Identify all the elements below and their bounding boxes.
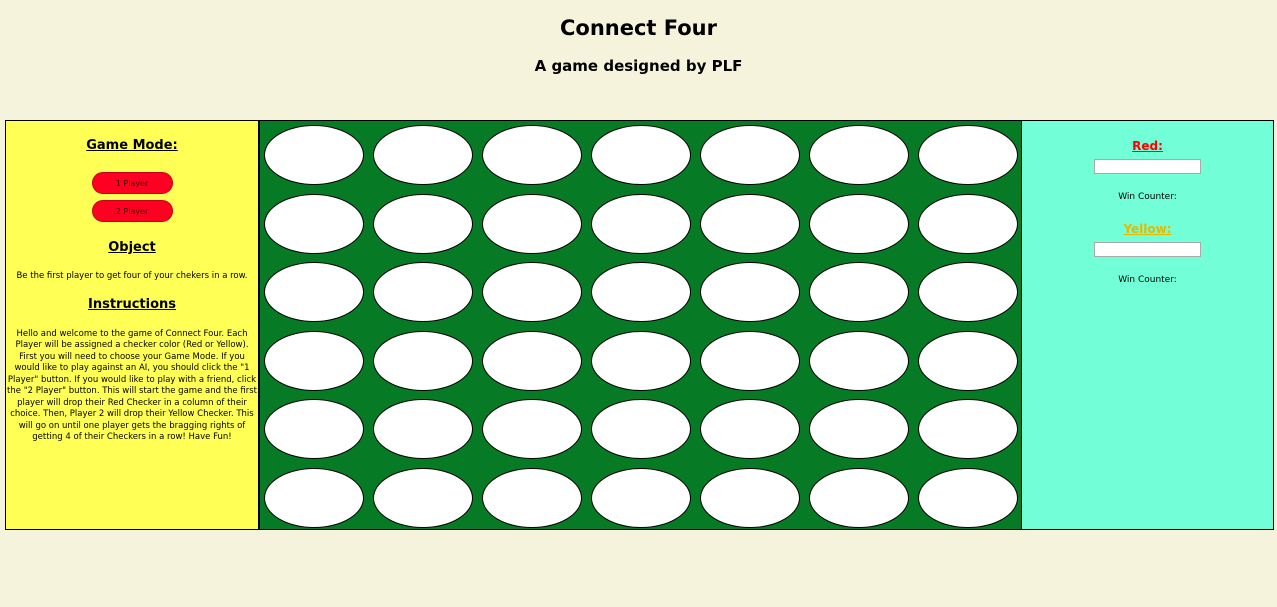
board-cell[interactable] [918,262,1018,323]
board-cell[interactable] [482,193,582,254]
board-cell[interactable] [373,125,473,185]
board-cell[interactable] [918,193,1018,254]
board-cell[interactable] [700,467,800,528]
board-cell[interactable] [809,193,909,254]
board-cell[interactable] [373,330,473,391]
board-cell[interactable] [264,125,364,185]
board-cell[interactable] [700,330,800,391]
score-panel: Red: Win Counter: Yellow: Win Counter: [1022,121,1273,529]
page-subtitle: A game designed by PLF [534,57,743,75]
yellow-player-name-input[interactable] [1094,242,1201,257]
board-cell[interactable] [591,467,691,528]
board-cell[interactable] [918,330,1018,391]
board-cell[interactable] [809,467,909,528]
board-cell[interactable] [373,193,473,254]
board-cell[interactable] [373,262,473,323]
board-cell[interactable] [591,399,691,460]
board-cell[interactable] [373,399,473,460]
object-text: Be the first player to get four of your … [16,271,248,281]
board-cell[interactable] [264,399,364,460]
board-cell[interactable] [264,330,364,391]
one-player-button[interactable]: 1 Player [91,172,173,194]
board-cell[interactable] [700,262,800,323]
board-cell[interactable] [918,125,1018,185]
red-win-counter: Win Counter: [1118,192,1177,202]
board-cell[interactable] [482,399,582,460]
info-panel: Game Mode: 1 Player 2 Player Object Be t… [6,121,260,529]
object-heading: Object [108,240,156,255]
board-cell[interactable] [591,125,691,185]
board-cell[interactable] [700,399,800,460]
instructions-text: Hello and welcome to the game of Connect… [7,328,257,443]
board-cell[interactable] [591,330,691,391]
board-cell[interactable] [482,467,582,528]
board-cell[interactable] [809,125,909,185]
board-cell[interactable] [809,262,909,323]
board-cell[interactable] [700,193,800,254]
red-player-name-input[interactable] [1094,159,1201,174]
board-cell[interactable] [264,262,364,323]
page-title: Connect Four [559,16,717,40]
game-mode-heading: Game Mode: [86,138,178,153]
board-cell[interactable] [373,467,473,528]
board-cell[interactable] [482,262,582,323]
two-player-button[interactable]: 2 Player [91,200,173,222]
game-area: Game Mode: 1 Player 2 Player Object Be t… [5,120,1274,530]
board-cell[interactable] [700,125,800,185]
yellow-player-label: Yellow: [1123,222,1172,236]
game-board[interactable] [260,121,1022,529]
board-cell[interactable] [591,193,691,254]
instructions-heading: Instructions [87,296,176,312]
board-cell[interactable] [591,262,691,323]
board-cell[interactable] [809,399,909,460]
board-cell[interactable] [482,330,582,391]
board-cell[interactable] [809,330,909,391]
board-cell[interactable] [264,467,364,528]
yellow-win-counter: Win Counter: [1118,275,1177,285]
board-cell[interactable] [264,193,364,254]
board-cell[interactable] [918,399,1018,460]
red-player-label: Red: [1132,139,1163,153]
board-cell[interactable] [918,467,1018,528]
board-cell[interactable] [482,125,582,185]
